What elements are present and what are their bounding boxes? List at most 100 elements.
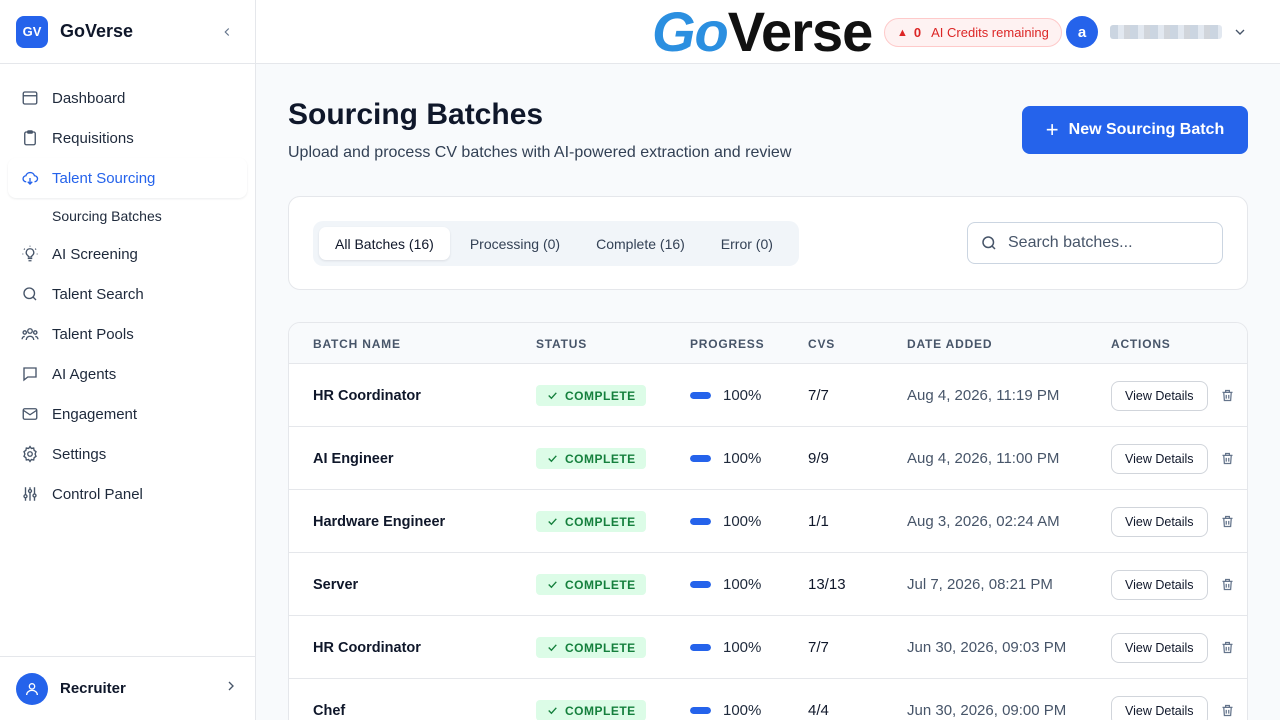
sidebar-item-control-panel[interactable]: Control Panel <box>8 474 247 514</box>
logo-badge: GV <box>16 15 48 48</box>
progress-bar-fill <box>690 644 711 651</box>
table-body: HR Coordinator COMPLETE 100% 7/7 Aug 4, … <box>289 364 1247 720</box>
tab-processing[interactable]: Processing (0) <box>454 227 576 260</box>
gear-icon <box>20 444 40 464</box>
search-input[interactable] <box>1008 234 1208 252</box>
progress-bar <box>690 455 711 462</box>
date-added: Aug 4, 2026, 11:19 PM <box>907 387 1060 404</box>
trash-icon[interactable] <box>1220 577 1235 592</box>
chat-icon <box>20 364 40 384</box>
blurred-username[interactable] <box>1110 25 1222 39</box>
batch-name: Server <box>313 576 359 593</box>
sidebar-item-requisitions[interactable]: Requisitions <box>8 118 247 158</box>
tab-all-batches[interactable]: All Batches (16) <box>319 227 450 260</box>
trash-icon[interactable] <box>1220 640 1235 655</box>
date-added: Aug 4, 2026, 11:00 PM <box>907 450 1060 467</box>
view-details-button[interactable]: View Details <box>1111 443 1208 474</box>
logo-verse-text: Verse <box>727 0 873 63</box>
header-date-added: DATE ADDED <box>907 337 993 351</box>
collapse-sidebar-button[interactable] <box>215 20 239 44</box>
check-icon <box>548 707 557 715</box>
sidebar-item-engagement[interactable]: Engagement <box>8 394 247 434</box>
actions-cell: View Details <box>1111 679 1235 720</box>
progress-cell: 100% <box>690 490 761 553</box>
mail-icon <box>20 404 40 424</box>
view-details-button[interactable]: View Details <box>1111 632 1208 663</box>
progress-bar-fill <box>690 392 711 399</box>
chevron-down-icon[interactable] <box>1232 24 1248 45</box>
actions-cell: View Details <box>1111 553 1235 616</box>
tab-error[interactable]: Error (0) <box>705 227 789 260</box>
dashboard-icon <box>20 88 40 108</box>
sidebar-item-settings[interactable]: Settings <box>8 434 247 474</box>
status-badge: COMPLETE <box>536 574 646 595</box>
table-row: HR Coordinator COMPLETE 100% 7/7 Aug 4, … <box>289 364 1247 427</box>
progress-cell: 100% <box>690 553 761 616</box>
progress-bar <box>690 644 711 651</box>
warning-icon: ▲ <box>897 26 908 39</box>
table-row: AI Engineer COMPLETE 100% 9/9 Aug 4, 202… <box>289 427 1247 490</box>
cvs-count: 7/7 <box>808 387 829 404</box>
header-progress: PROGRESS <box>690 337 765 351</box>
progress-percent: 100% <box>723 639 762 656</box>
cvs-count: 13/13 <box>808 576 846 593</box>
sidebar-item-label: Requisitions <box>52 129 134 147</box>
sidebar-item-talent-search[interactable]: Talent Search <box>8 274 247 314</box>
status-badge: COMPLETE <box>536 448 646 469</box>
sidebar-header: GV GoVerse <box>0 0 255 64</box>
ai-credits-badge[interactable]: ▲ 0 AI Credits remaining <box>884 18 1062 47</box>
sidebar-item-dashboard[interactable]: Dashboard <box>8 78 247 118</box>
sidebar-item-label: Talent Search <box>52 285 144 303</box>
status-tabs: All Batches (16) Processing (0) Complete… <box>313 221 799 266</box>
sidebar-item-label: Dashboard <box>52 89 126 107</box>
check-icon <box>548 581 557 589</box>
status-text: COMPLETE <box>565 451 636 466</box>
logo-go-text: Go <box>652 0 729 63</box>
cvs-count: 9/9 <box>808 450 829 467</box>
view-details-button[interactable]: View Details <box>1111 569 1208 600</box>
actions-cell: View Details <box>1111 616 1235 679</box>
sidebar-item-talent-pools[interactable]: Talent Pools <box>8 314 247 354</box>
new-sourcing-batch-label: New Sourcing Batch <box>1068 121 1225 138</box>
progress-bar <box>690 707 711 714</box>
users-icon <box>20 324 40 344</box>
date-added: Jun 30, 2026, 09:03 PM <box>907 639 1067 656</box>
sidebar-item-label: Sourcing Batches <box>52 208 162 224</box>
user-avatar[interactable]: a <box>1066 16 1098 48</box>
user-icon <box>16 672 48 705</box>
progress-bar-fill <box>690 707 711 714</box>
trash-icon[interactable] <box>1220 703 1235 718</box>
tab-complete[interactable]: Complete (16) <box>580 227 701 260</box>
sidebar: GV GoVerse Dashboard Requisitions Talent… <box>0 0 256 720</box>
date-added: Jun 30, 2026, 09:00 PM <box>907 702 1067 719</box>
status-text: COMPLETE <box>565 703 636 718</box>
view-details-button[interactable]: View Details <box>1111 695 1208 720</box>
new-sourcing-batch-button[interactable]: + New Sourcing Batch <box>1022 106 1248 154</box>
page-subtitle: Upload and process CV batches with AI-po… <box>288 144 792 161</box>
view-details-button[interactable]: View Details <box>1111 380 1208 411</box>
progress-percent: 100% <box>723 576 762 593</box>
cloud-download-icon <box>20 168 40 188</box>
trash-icon[interactable] <box>1220 514 1235 529</box>
trash-icon[interactable] <box>1220 451 1235 466</box>
view-details-button[interactable]: View Details <box>1111 506 1208 537</box>
sidebar-item-talent-sourcing[interactable]: Talent Sourcing <box>8 158 247 198</box>
sidebar-item-ai-screening[interactable]: AI Screening <box>8 234 247 274</box>
lightbulb-icon <box>20 244 40 264</box>
sidebar-item-label: Control Panel <box>52 485 143 503</box>
header-cvs: CVS <box>808 337 836 351</box>
sidebar-subitem-sourcing-batches[interactable]: Sourcing Batches <box>8 198 247 234</box>
sidebar-item-ai-agents[interactable]: AI Agents <box>8 354 247 394</box>
sidebar-user-menu[interactable]: Recruiter <box>0 656 255 720</box>
sidebar-item-label: Settings <box>52 445 107 463</box>
chevron-left-icon <box>224 27 230 36</box>
table-header: BATCH NAME STATUS PROGRESS CVS DATE ADDE… <box>289 323 1247 364</box>
brand-name: GoVerse <box>60 21 134 41</box>
progress-bar <box>690 392 711 399</box>
trash-icon[interactable] <box>1220 388 1235 403</box>
status-text: COMPLETE <box>565 514 636 529</box>
status-badge: COMPLETE <box>536 385 646 406</box>
status-badge: COMPLETE <box>536 700 646 720</box>
credits-label: AI Credits remaining <box>931 25 1049 40</box>
batches-table: BATCH NAME STATUS PROGRESS CVS DATE ADDE… <box>288 322 1248 720</box>
